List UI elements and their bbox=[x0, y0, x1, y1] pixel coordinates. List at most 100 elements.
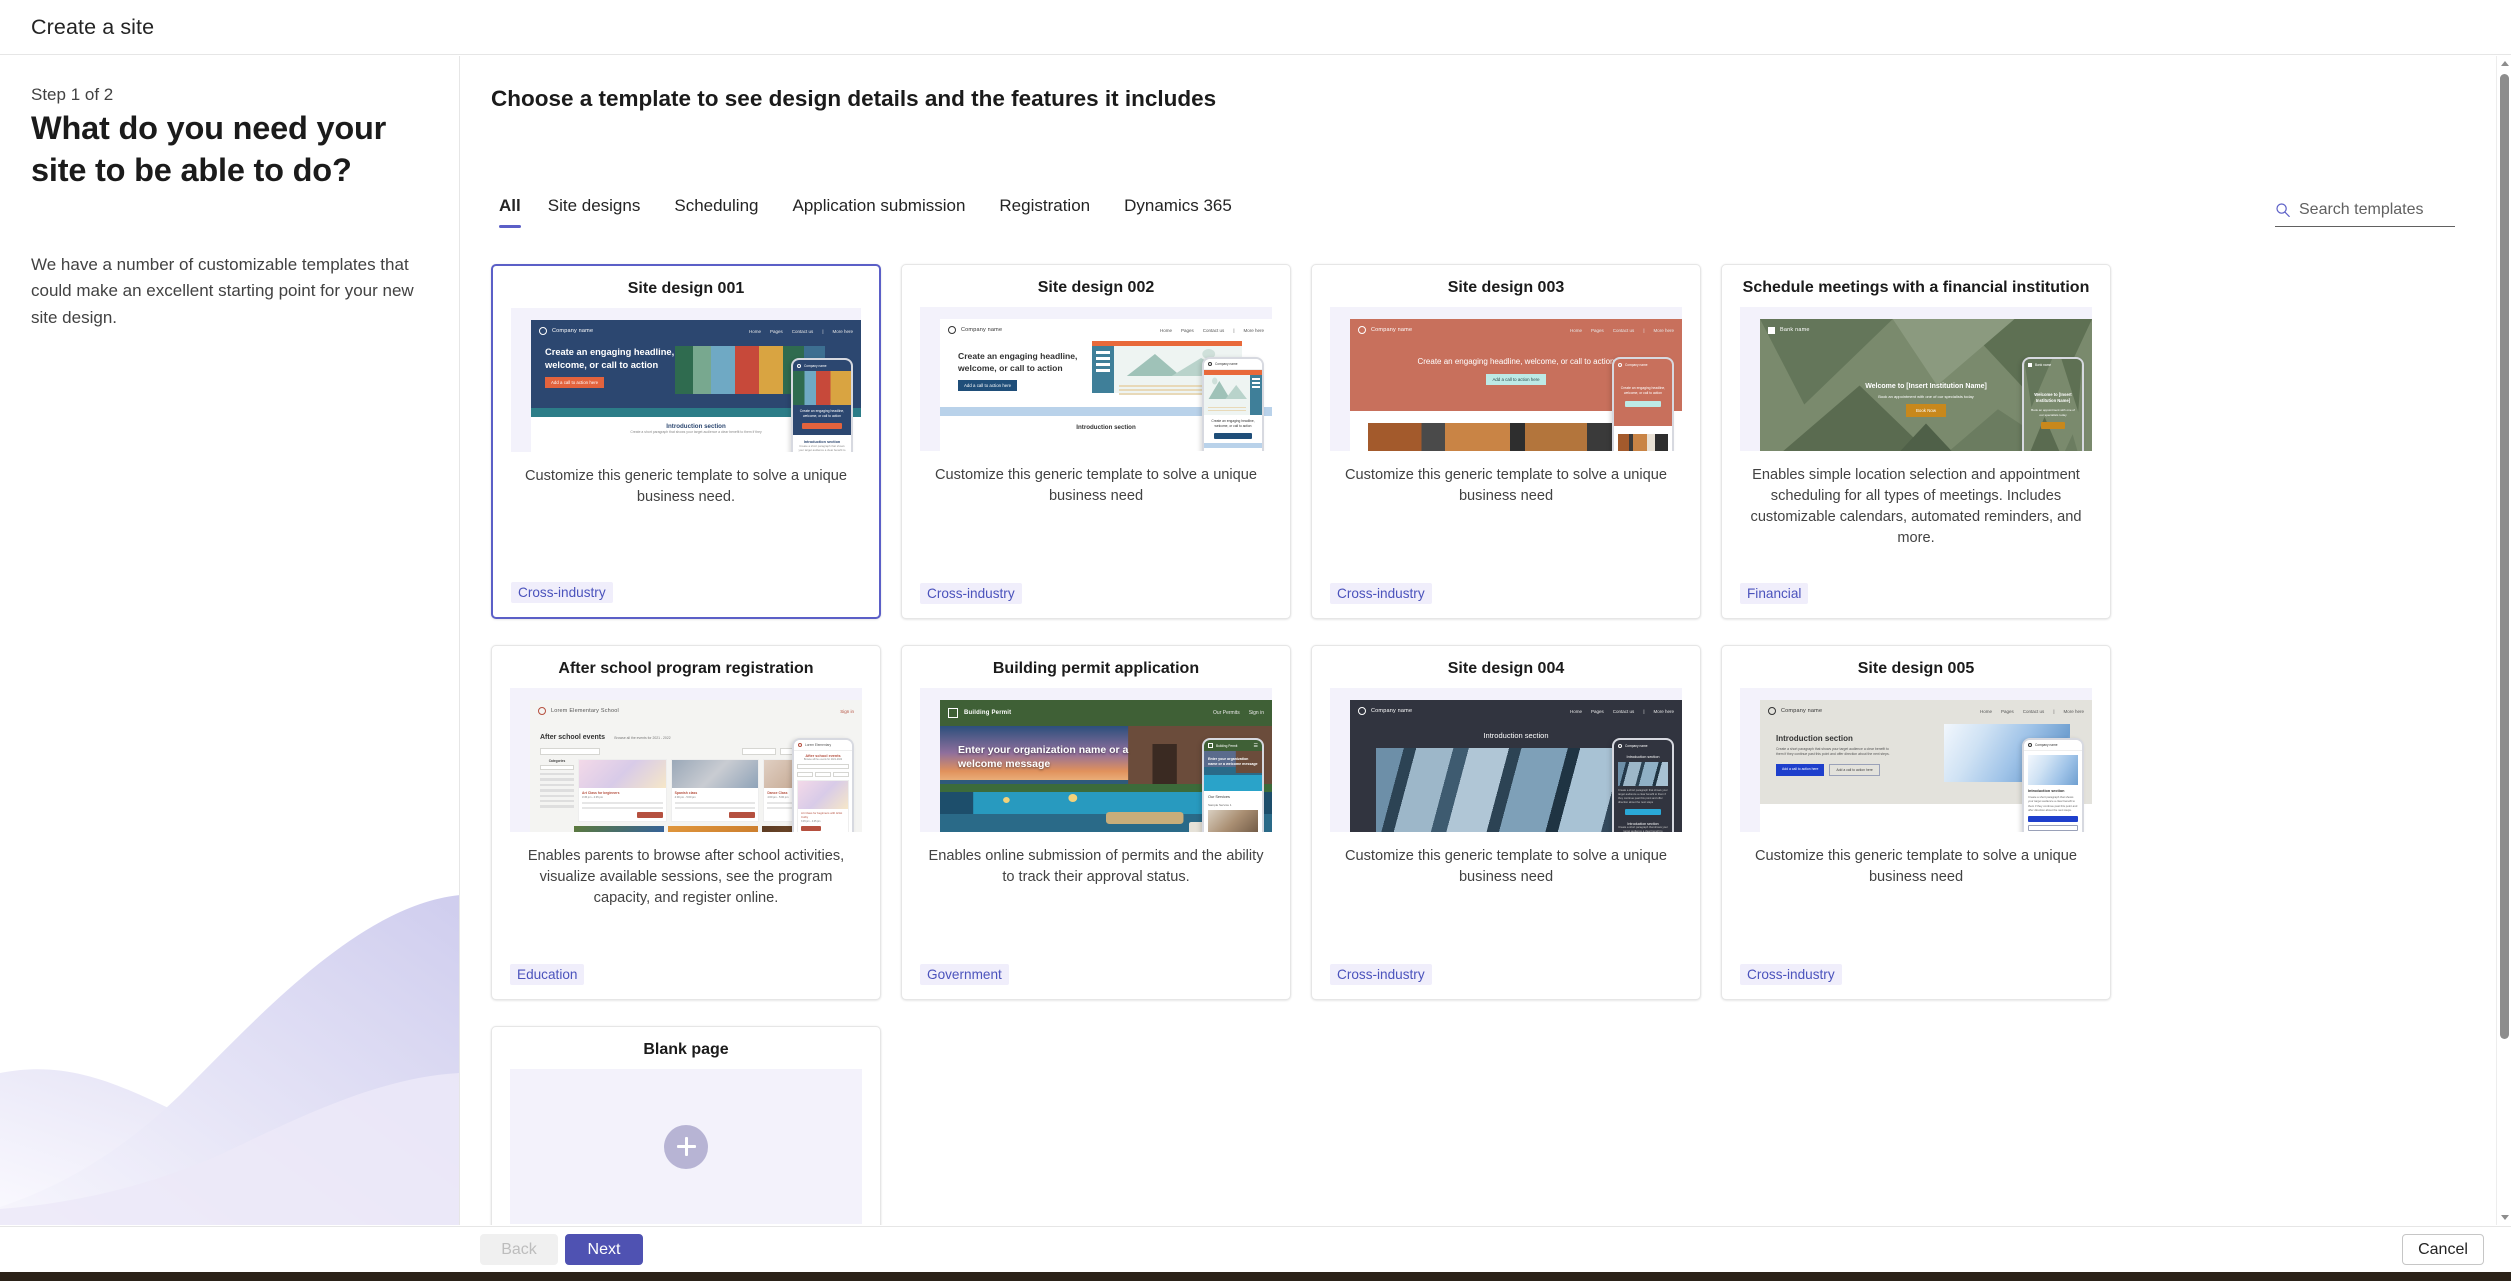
mock-phone: Company name Create an engaging headline… bbox=[1612, 357, 1674, 451]
mock-intro-body: Sample Service 1 bbox=[1208, 803, 1232, 807]
mock-phone: Company name Create an engaging headline… bbox=[791, 358, 853, 452]
plus-icon bbox=[664, 1124, 708, 1169]
tab-label: Site designs bbox=[547, 196, 641, 215]
card-title: Site design 001 bbox=[627, 280, 745, 297]
mock-phone: Bank name Welcome to [Insert Institution… bbox=[2022, 357, 2084, 451]
tab-all[interactable]: All bbox=[491, 196, 531, 228]
card-tag: Cross-industry bbox=[1330, 964, 1432, 985]
card-tag: Cross-industry bbox=[511, 582, 613, 603]
mock-subheadline: Book an appointment with one of our spec… bbox=[1878, 394, 1974, 399]
tab-site-designs[interactable]: Site designs bbox=[531, 196, 658, 228]
card-tag-wrap: Cross-industry bbox=[902, 583, 1290, 618]
card-title: Site design 002 bbox=[1037, 279, 1155, 296]
search-input-placeholder: Search templates bbox=[2299, 200, 2424, 218]
mock-cta: Add a call to action here bbox=[545, 377, 605, 389]
scroll-down-arrow-icon[interactable] bbox=[2497, 1210, 2511, 1225]
mock-headline: Welcome to [Insert Institution Name] bbox=[1865, 383, 1987, 390]
card-title: Site design 003 bbox=[1447, 279, 1565, 296]
back-button[interactable]: Back bbox=[480, 1234, 558, 1265]
section-title: Choose a template to see design details … bbox=[491, 86, 1217, 111]
mock-brand: Company name bbox=[552, 328, 594, 334]
next-button[interactable]: Next bbox=[565, 1234, 643, 1265]
mock-headline: Create an engaging headline, welcome, or… bbox=[958, 351, 1078, 373]
tab-application-submission[interactable]: Application submission bbox=[775, 196, 982, 228]
template-card-after-school-program-registration[interactable]: After school program registration Lorem … bbox=[491, 645, 881, 1000]
mock-cta: Book Now bbox=[1905, 404, 1946, 417]
card-tag: Cross-industry bbox=[1330, 583, 1432, 604]
mock-headline: Create an engaging headline, welcome, or… bbox=[545, 347, 675, 370]
card-description: Customize this generic template to solve… bbox=[1754, 848, 2078, 886]
card-tag-wrap: Government bbox=[902, 964, 1290, 999]
card-thumbnail: Company name Home Pages Contact us | More he… bbox=[1740, 688, 2092, 832]
card-description: Enables simple location selection and ap… bbox=[1750, 467, 2082, 547]
search-templates-field[interactable]: Search templates bbox=[2275, 193, 2455, 227]
mock-brand: Company name bbox=[1781, 708, 1823, 714]
template-chooser-pane: Choose a template to see design details … bbox=[461, 56, 2496, 1225]
decorative-waves bbox=[0, 805, 459, 1225]
mock-phone: Company name Introduction section Create… bbox=[1612, 738, 1674, 832]
card-tag-wrap: Financial bbox=[1722, 583, 2110, 618]
page-scrollbar[interactable] bbox=[2496, 56, 2511, 1225]
mock-headline: Enter your organization name or a welcom… bbox=[958, 744, 1129, 770]
card-title: Building permit application bbox=[992, 660, 1200, 677]
template-card-schedule-meetings-financial[interactable]: Schedule meetings with a financial insti… bbox=[1721, 264, 2111, 619]
card-description: Enables parents to browse after school a… bbox=[527, 848, 845, 907]
scrollbar-thumb[interactable] bbox=[2500, 74, 2509, 1039]
card-description: Customize this generic template to solve… bbox=[1344, 467, 1668, 505]
tab-registration[interactable]: Registration bbox=[982, 196, 1107, 228]
window-titlebar: Create a site bbox=[0, 0, 2511, 55]
template-card-site-design-001[interactable]: Site design 001 Company name Home Pages Co… bbox=[491, 264, 881, 619]
card-description: Customize this generic template to solve… bbox=[524, 468, 848, 506]
mock-headline: Introduction section bbox=[1776, 734, 1853, 743]
card-tag-wrap: Cross-industry bbox=[1722, 964, 2110, 999]
template-card-building-permit-application[interactable]: Building permit application Building Per… bbox=[901, 645, 1291, 1000]
mock-brand: Building Permit bbox=[964, 710, 1012, 716]
card-title: Site design 005 bbox=[1857, 660, 1975, 677]
mock-intro-title: Our Services bbox=[1208, 795, 1230, 799]
template-card-blank-page[interactable]: Blank page Customize this blank template… bbox=[491, 1026, 881, 1225]
template-card-site-design-002[interactable]: Site design 002 Company name Home Pages Co… bbox=[901, 264, 1291, 619]
page-title: What do you need your site to be able to… bbox=[31, 110, 387, 188]
tab-dynamics-365[interactable]: Dynamics 365 bbox=[1107, 196, 1249, 228]
template-grid: Site design 001 Company name Home Pages Co… bbox=[491, 264, 2161, 1225]
card-tag: Financial bbox=[1740, 583, 1809, 604]
card-tag: Government bbox=[920, 964, 1009, 985]
card-tag: Cross-industry bbox=[920, 583, 1022, 604]
template-card-site-design-005[interactable]: Site design 005 Company name Home Pages Co… bbox=[1721, 645, 2111, 1000]
card-tag: Cross-industry bbox=[1740, 964, 1842, 985]
card-tag-wrap: Cross-industry bbox=[1312, 583, 1700, 618]
card-description: Customize this generic template to solve… bbox=[934, 467, 1258, 505]
card-title: After school program registration bbox=[558, 660, 814, 677]
os-taskbar bbox=[0, 1272, 2511, 1281]
card-description: Enables online submission of permits and… bbox=[928, 848, 1264, 886]
card-thumbnail: Bank name Welcome to [Insert Institution… bbox=[1740, 307, 2092, 451]
tab-label: Application submission bbox=[792, 196, 966, 215]
mock-brand: Company name bbox=[1371, 327, 1413, 333]
card-title: Site design 004 bbox=[1447, 660, 1565, 677]
scroll-up-arrow-icon[interactable] bbox=[2497, 56, 2511, 71]
mock-intro-body: Create a short paragraph that shows your… bbox=[1776, 747, 1890, 757]
mock-brand: Bank name bbox=[1780, 327, 1810, 333]
mock-phone: Company name Introduction section Create… bbox=[2022, 738, 2084, 832]
card-thumbnail: Company name Home Pages Contact us | More he… bbox=[920, 307, 1272, 451]
tab-label: Scheduling bbox=[674, 196, 759, 215]
card-tag: Education bbox=[510, 964, 585, 985]
card-thumbnail: Lorem Elementary School Sign in After sc… bbox=[510, 688, 862, 832]
mock-phone: Building Permit ☰ Enter your organization… bbox=[1202, 738, 1264, 832]
mock-brand: Lorem Elementary School bbox=[551, 708, 619, 714]
card-thumbnail: Building Permit Our Permits Sign in Ente… bbox=[920, 688, 1272, 832]
mock-brand: Company name bbox=[961, 327, 1003, 333]
mock-cta: Add a call to action here bbox=[1486, 373, 1546, 385]
mock-phone: Lorem Elementary After school events Bro… bbox=[792, 738, 854, 832]
template-card-site-design-003[interactable]: Site design 003 Company name Home Pages Co… bbox=[1311, 264, 1701, 619]
tab-scheduling[interactable]: Scheduling bbox=[657, 196, 775, 228]
card-title: Blank page bbox=[643, 1041, 729, 1058]
window-title: Create a site bbox=[31, 14, 155, 39]
wizard-footer: Back Next Cancel bbox=[0, 1226, 2511, 1272]
template-card-site-design-004[interactable]: Site design 004 Company name Home Pages Co… bbox=[1311, 645, 1701, 1000]
cancel-button[interactable]: Cancel bbox=[2402, 1234, 2484, 1265]
tab-label: All bbox=[499, 196, 521, 215]
card-thumbnail: Company name Home Pages Contact us | More he… bbox=[511, 308, 861, 452]
mock-cta: Add a call to action here bbox=[958, 380, 1018, 392]
card-title: Schedule meetings with a financial insti… bbox=[1742, 279, 2090, 296]
